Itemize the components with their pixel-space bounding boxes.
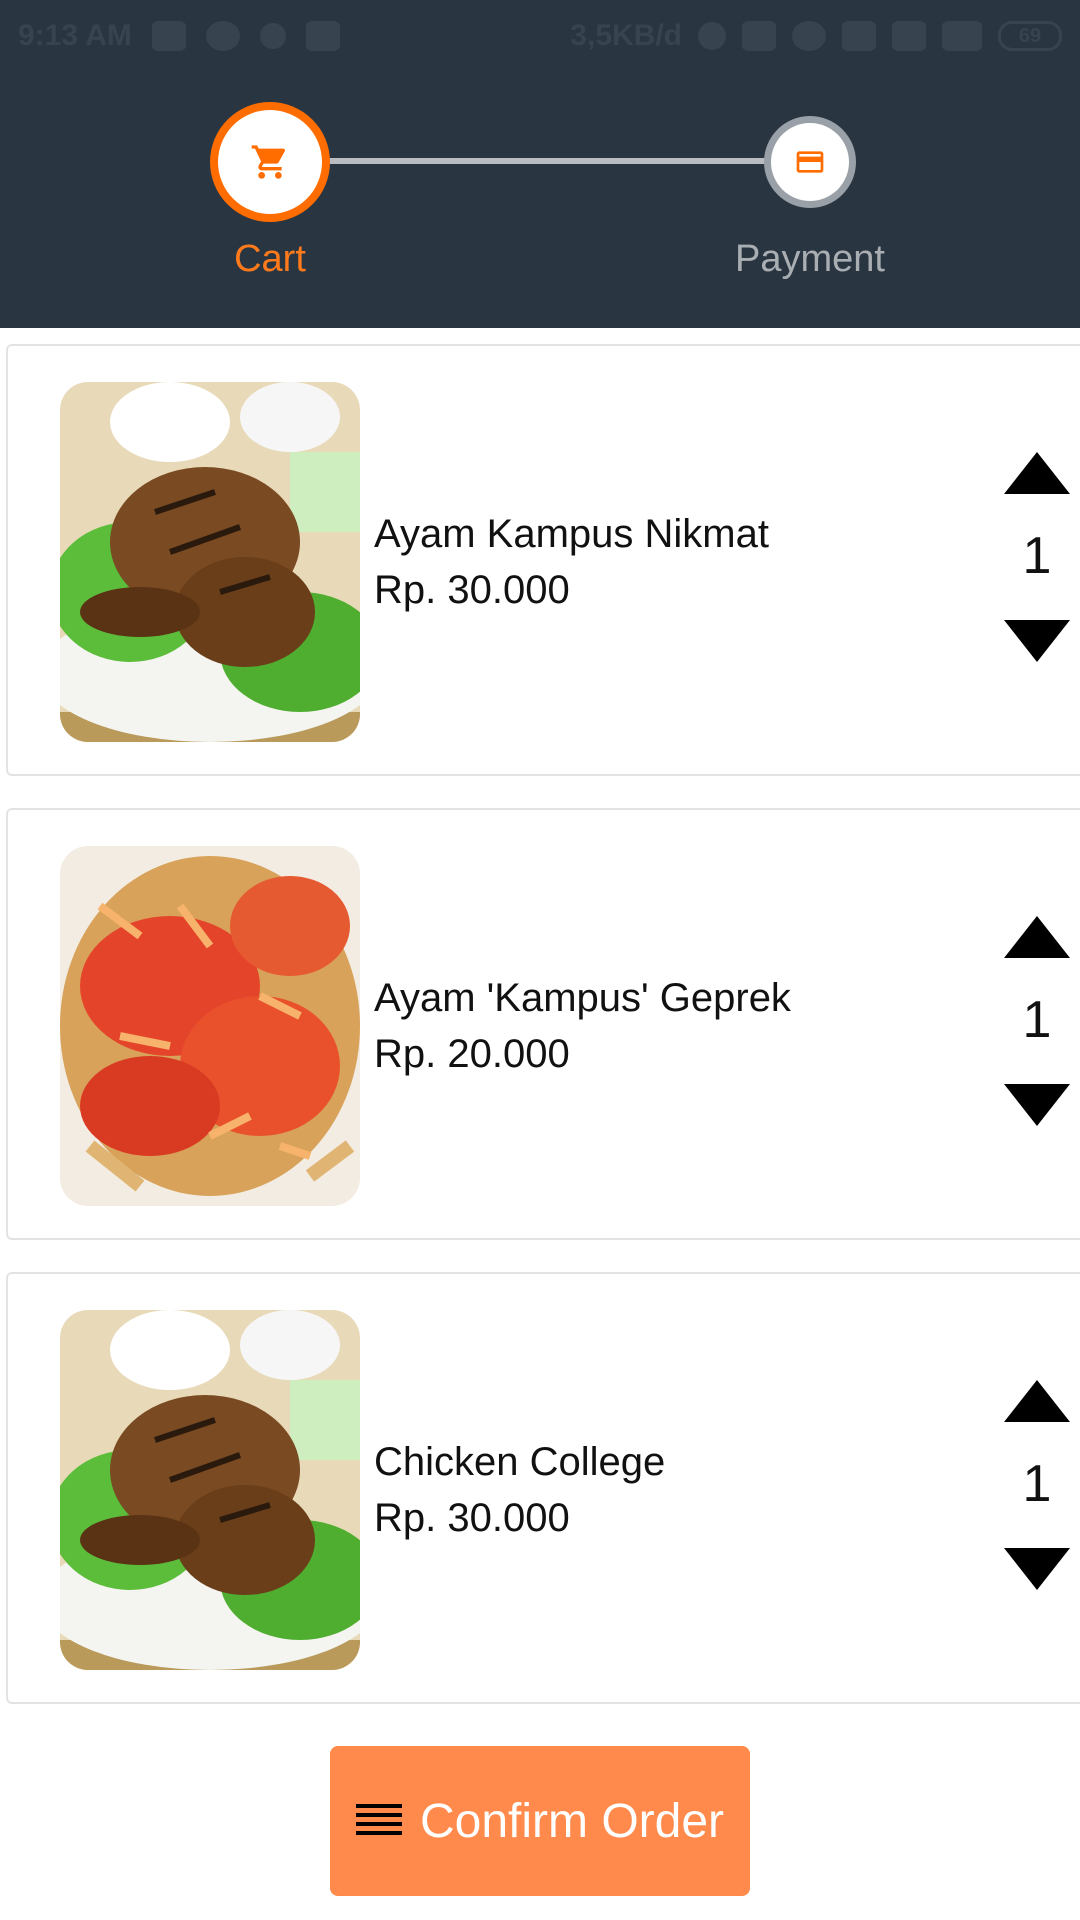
- signal-icon: [842, 21, 876, 51]
- sync-icon: [698, 22, 726, 50]
- cart-item: Chicken College Rp. 30.000 1: [6, 1272, 1080, 1704]
- confirm-order-button[interactable]: Confirm Order: [330, 1746, 750, 1896]
- confirm-order-label: Confirm Order: [419, 1794, 725, 1848]
- increase-quantity-icon[interactable]: [1002, 1376, 1072, 1426]
- cart-item: Ayam 'Kampus' Geprek Rp. 20.000 1: [6, 808, 1080, 1240]
- item-name: Ayam Kampus Nikmat: [374, 512, 769, 556]
- quantity-value: 1: [1022, 527, 1052, 585]
- step-payment[interactable]: [764, 116, 856, 208]
- item-price: Rp. 30.000: [374, 568, 570, 612]
- food-image: [60, 1310, 360, 1670]
- item-name: Ayam 'Kampus' Geprek: [374, 976, 791, 1020]
- cart-icon: [251, 145, 286, 179]
- shield-icon: [151, 21, 186, 51]
- item-price: Rp. 30.000: [374, 1496, 570, 1540]
- quantity-value: 1: [1022, 991, 1052, 1049]
- whatsapp-icon: [205, 21, 240, 51]
- signal-icon: [892, 21, 926, 51]
- item-name: Chicken College: [374, 1440, 666, 1484]
- status-bar: 9:13 AM 3,5KB/d 69: [0, 0, 1080, 72]
- decrease-quantity-icon[interactable]: [1002, 1544, 1072, 1594]
- wifi-icon: [942, 21, 982, 51]
- mute-icon: [742, 21, 776, 51]
- network-speed: 3,5KB/d: [570, 19, 682, 52]
- cart-item: Ayam Kampus Nikmat Rp. 30.000 1: [6, 344, 1080, 776]
- increase-quantity-icon[interactable]: [1002, 912, 1072, 962]
- app-icon: [259, 23, 286, 49]
- food-image: [60, 846, 360, 1206]
- stepper-connector: [318, 158, 808, 164]
- food-image: [60, 382, 360, 742]
- decrease-quantity-icon[interactable]: [1002, 616, 1072, 666]
- increase-quantity-icon[interactable]: [1002, 448, 1072, 498]
- credit-card-icon: [796, 151, 824, 173]
- checkout-header: 9:13 AM 3,5KB/d 69 Cart Payment: [0, 0, 1080, 328]
- decrease-quantity-icon[interactable]: [1002, 1080, 1072, 1130]
- alarm-icon: [792, 21, 826, 51]
- battery-indicator: 69: [998, 21, 1062, 51]
- android-icon: [305, 21, 340, 51]
- list-icon: [355, 1804, 402, 1835]
- step-cart[interactable]: [210, 102, 330, 222]
- item-price: Rp. 20.000: [374, 1032, 570, 1076]
- status-time: 9:13 AM: [18, 19, 132, 52]
- quantity-value: 1: [1022, 1455, 1052, 1513]
- step-payment-label: Payment: [735, 238, 885, 280]
- step-cart-label: Cart: [234, 238, 306, 280]
